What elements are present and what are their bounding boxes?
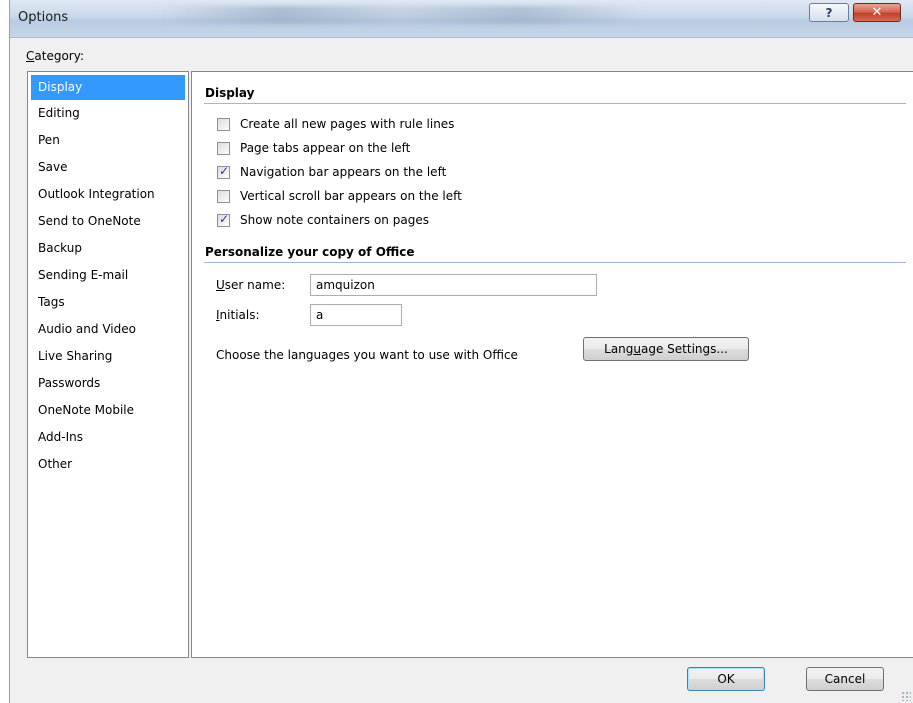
category-item-save[interactable]: Save — [31, 154, 185, 181]
display-section-divider — [204, 103, 906, 104]
page-tabs-left-label: Page tabs appear on the left — [240, 141, 411, 155]
cancel-button[interactable]: Cancel — [806, 667, 884, 691]
option-rule-lines[interactable]: Create all new pages with rule lines — [217, 115, 454, 133]
title-bar-background-blur — [160, 6, 640, 24]
category-item-send-to-onenote[interactable]: Send to OneNote — [31, 208, 185, 235]
vertical-scrollbar-left-label: Vertical scroll bar appears on the left — [240, 189, 462, 203]
vertical-scrollbar-left-checkbox[interactable] — [217, 189, 230, 203]
personalize-section-divider — [204, 262, 906, 263]
category-item-display[interactable]: Display — [31, 75, 185, 100]
question-mark-icon: ? — [825, 5, 833, 20]
option-page-tabs-left[interactable]: Page tabs appear on the left — [217, 139, 410, 157]
settings-panel: Display Create all new pages with rule l… — [191, 71, 913, 658]
category-item-onenote-mobile[interactable]: OneNote Mobile — [31, 397, 185, 424]
option-show-note-containers[interactable]: Show note containers on pages — [217, 211, 429, 229]
option-navigation-bar-left[interactable]: Navigation bar appears on the left — [217, 163, 446, 181]
category-label: Category: — [26, 49, 84, 63]
category-item-sending-email[interactable]: Sending E-mail — [31, 262, 185, 289]
category-list[interactable]: Display Editing Pen Save Outlook Integra… — [27, 71, 189, 658]
close-button[interactable]: ✕ — [853, 3, 901, 22]
rule-lines-checkbox[interactable] — [217, 117, 230, 131]
category-item-audio-and-video[interactable]: Audio and Video — [31, 316, 185, 343]
category-item-pen[interactable]: Pen — [31, 127, 185, 154]
language-settings-button[interactable]: Lang u age Settings... — [583, 337, 749, 361]
category-item-backup[interactable]: Backup — [31, 235, 185, 262]
resize-grip-icon[interactable] — [901, 691, 911, 701]
options-dialog: Options ? ✕ Category: Display Editing Pe… — [9, 0, 913, 703]
category-item-other[interactable]: Other — [31, 451, 185, 478]
navigation-bar-left-checkbox[interactable] — [217, 164, 230, 179]
user-name-label: User name: — [216, 278, 286, 292]
personalize-section-heading: Personalize your copy of Office — [205, 245, 415, 259]
help-button[interactable]: ? — [809, 3, 849, 22]
window-title: Options — [18, 10, 69, 25]
background-edge — [0, 0, 9, 703]
ok-button[interactable]: OK — [687, 667, 765, 691]
show-note-containers-checkbox[interactable] — [217, 212, 230, 227]
category-item-editing[interactable]: Editing — [31, 100, 185, 127]
category-item-tags[interactable]: Tags — [31, 289, 185, 316]
show-note-containers-label: Show note containers on pages — [240, 213, 429, 227]
navigation-bar-left-label: Navigation bar appears on the left — [240, 165, 447, 179]
page-tabs-left-checkbox[interactable] — [217, 141, 230, 155]
category-item-add-ins[interactable]: Add-Ins — [31, 424, 185, 451]
rule-lines-label: Create all new pages with rule lines — [240, 117, 455, 131]
category-item-passwords[interactable]: Passwords — [31, 370, 185, 397]
category-item-live-sharing[interactable]: Live Sharing — [31, 343, 185, 370]
languages-text: Choose the languages you want to use wit… — [216, 348, 518, 362]
option-vertical-scrollbar-left[interactable]: Vertical scroll bar appears on the left — [217, 187, 462, 205]
title-bar[interactable]: Options ? ✕ — [10, 0, 913, 38]
close-icon: ✕ — [871, 5, 883, 20]
initials-label: Initials: — [216, 308, 260, 322]
user-name-input[interactable]: amquizon — [310, 274, 597, 296]
initials-input[interactable]: a — [310, 304, 402, 326]
category-item-outlook-integration[interactable]: Outlook Integration — [31, 181, 185, 208]
display-section-heading: Display — [205, 86, 255, 100]
